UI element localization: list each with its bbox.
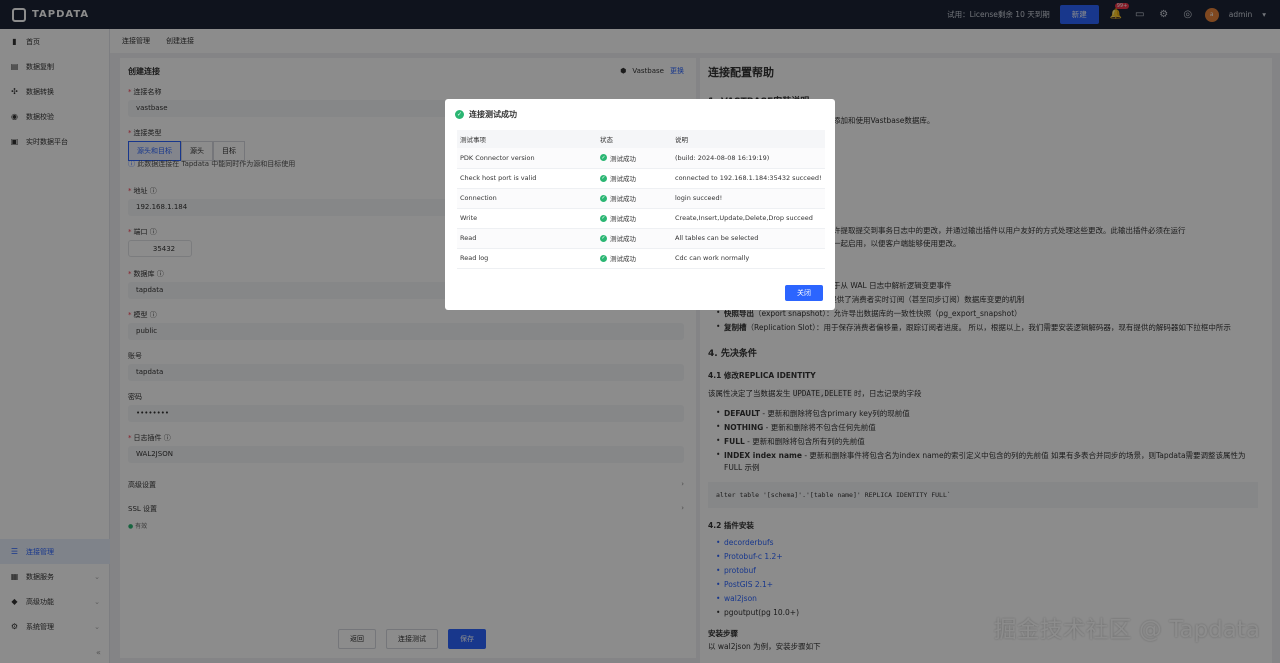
test-desc: login succeed! [672,188,825,209]
dialog-title: ✓ 连接测试成功 [455,110,517,119]
test-item: Read log [457,248,597,269]
table-row: Check host port is valid ✓ 测试成功 connected… [457,168,825,189]
table-row: Connection ✓ 测试成功 login succeed! [457,188,825,209]
status-badge: ✓ 测试成功 [600,234,636,243]
test-desc: (build: 2024-08-08 16:19:19) [672,148,825,169]
success-icon: ✓ [455,110,464,119]
check-circle-icon: ✓ [600,234,607,242]
test-result-table: 测试事项 状态 说明 PDK Connector version ✓ 测试成功 (… [457,130,825,269]
test-desc: Cdc can work normally [672,248,825,269]
status-badge: ✓ 测试成功 [600,254,636,263]
test-item: Write [457,208,597,229]
status-badge: ✓ 测试成功 [600,214,636,223]
test-desc: Create,Insert,Update,Delete,Drop succeed [672,208,825,229]
status-badge: ✓ 测试成功 [600,194,636,203]
close-button[interactable]: 关闭 [785,285,823,301]
test-result-dialog: ✓ 连接测试成功 测试事项 状态 说明 PDK Connector versio… [445,99,835,310]
check-circle-icon: ✓ [600,214,607,222]
table-row: PDK Connector version ✓ 测试成功 (build: 2024… [457,148,825,169]
test-item: Check host port is valid [457,168,597,189]
column-header: 测试事项 [457,130,597,148]
table-row: Read ✓ 测试成功 All tables can be selected [457,228,825,249]
test-item: Connection [457,188,597,209]
check-circle-icon: ✓ [600,254,607,262]
table-row: Write ✓ 测试成功 Create,Insert,Update,Delete,… [457,208,825,229]
check-circle-icon: ✓ [600,154,607,162]
test-desc: All tables can be selected [672,228,825,249]
test-desc: connected to 192.168.1.184:35432 succeed… [672,168,825,189]
status-badge: ✓ 测试成功 [600,174,636,183]
test-item: Read [457,228,597,249]
check-circle-icon: ✓ [600,174,607,182]
column-header: 状态 [597,130,672,148]
test-item: PDK Connector version [457,148,597,169]
check-circle-icon: ✓ [600,194,607,202]
column-header: 说明 [672,130,825,148]
status-badge: ✓ 测试成功 [600,154,636,163]
table-row: Read log ✓ 测试成功 Cdc can work normally [457,248,825,269]
table-header: 测试事项 状态 说明 [457,130,825,148]
